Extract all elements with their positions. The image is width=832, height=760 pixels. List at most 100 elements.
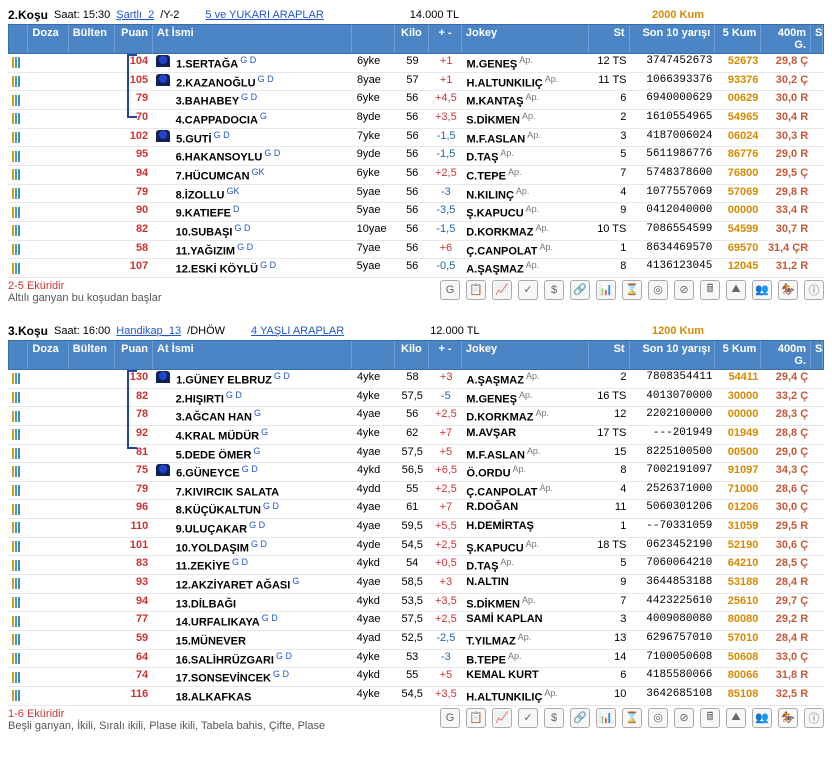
jockey[interactable]: M.F.ASLAN Ap.	[463, 129, 591, 147]
horse-name[interactable]: 4.KRAL MÜDÜRG	[172, 426, 353, 444]
class-link[interactable]: 5 ve YUKARI ARAPLAR	[205, 9, 323, 21]
horse-row[interactable]: 798.İZOLLUGK5yae56-3N.KILINÇ Ap.41077557…	[8, 185, 824, 204]
class-link[interactable]: 4 YAŞLI ARAPLAR	[251, 325, 344, 337]
horse-name[interactable]: 6.HAKANSOYLUG D	[172, 147, 353, 165]
chart-icon[interactable]	[8, 166, 27, 184]
chart-icon[interactable]	[8, 73, 27, 91]
col-header[interactable]: Bülten	[69, 25, 115, 53]
chart-icon[interactable]	[8, 575, 27, 593]
tool-icon[interactable]: 📋	[466, 708, 486, 728]
horse-row[interactable]: 5915.MÜNEVER4yad52,5-2,5T.YILMAZ Ap.1362…	[8, 631, 824, 650]
chart-icon[interactable]	[8, 500, 27, 518]
jockey[interactable]: Ç.CANPOLAT Ap.	[462, 241, 590, 259]
horse-name[interactable]: 16.SALİHRÜZGARIG D	[172, 650, 353, 668]
horse-row[interactable]: 797.KIVIRCIK SALATA4ydd55+2,5Ç.CANPOLAT …	[8, 482, 824, 501]
chart-icon[interactable]	[8, 91, 27, 109]
chart-icon[interactable]	[8, 687, 27, 705]
horse-row[interactable]: 909.KATIEFED5yae56-3,5Ş.KAPUCU Ap.904120…	[8, 203, 824, 222]
col-header[interactable]: Jokey	[462, 25, 589, 53]
jockey[interactable]: C.TEPE Ap.	[462, 166, 590, 184]
col-header[interactable]: S	[811, 341, 823, 369]
tool-icon[interactable]: G	[440, 708, 460, 728]
col-header[interactable]: 5 Kum	[715, 25, 761, 53]
col-header[interactable]: 5 Kum	[715, 341, 761, 369]
horse-name[interactable]: 13.DİLBAĞI	[172, 594, 353, 612]
jockey[interactable]: D.TAŞ Ap.	[462, 556, 590, 574]
col-header[interactable]: Jokey	[462, 341, 589, 369]
chart-icon[interactable]	[8, 482, 27, 500]
jockey[interactable]: KEMAL KURT	[462, 668, 590, 686]
horse-name[interactable]: 15.MÜNEVER	[172, 631, 353, 649]
jockey[interactable]: N.KILINÇ Ap.	[462, 185, 590, 203]
col-header[interactable]: + -	[429, 25, 462, 53]
horse-name[interactable]: 12.ESKİ KÖYLÜG D	[172, 259, 353, 277]
chart-icon[interactable]	[8, 222, 27, 240]
col-header[interactable]: Doza	[28, 25, 68, 53]
horse-name[interactable]: 8.İZOLLUGK	[172, 185, 353, 203]
col-header[interactable]: Kilo	[395, 341, 430, 369]
chart-icon[interactable]	[8, 241, 27, 259]
col-header[interactable]: Son 10 yarışı	[630, 25, 716, 53]
jockey[interactable]: B.TEPE Ap.	[462, 650, 590, 668]
horse-name[interactable]: 1.SERTAĞAG D	[172, 54, 353, 72]
col-header[interactable]: Bülten	[69, 341, 115, 369]
horse-name[interactable]: 11.YAĞIZIMG D	[172, 241, 353, 259]
chart-icon[interactable]	[8, 556, 27, 574]
tool-icon[interactable]: 📊	[596, 708, 616, 728]
tool-icon[interactable]: 🔗	[570, 280, 590, 300]
tool-icon[interactable]: 👥	[752, 280, 772, 300]
jockey[interactable]: M.KANTAŞ Ap.	[462, 91, 590, 109]
col-header[interactable]: 400m G.	[761, 341, 811, 369]
col-header[interactable]: St	[589, 341, 629, 369]
horse-name[interactable]: 8.KÜÇÜKALTUNG D	[172, 500, 353, 518]
jockey[interactable]: Ş.KAPUCU Ap.	[462, 538, 590, 556]
horse-name[interactable]: 3.BAHABEYG D	[172, 91, 353, 109]
chart-icon[interactable]	[8, 110, 27, 128]
tool-icon[interactable]: 🏇	[778, 708, 798, 728]
horse-name[interactable]: 18.ALKAFKAS	[172, 687, 353, 705]
horse-name[interactable]: 7.KIVIRCIK SALATA	[172, 482, 353, 500]
jockey[interactable]: H.ALTUNKILIÇ Ap.	[463, 73, 591, 91]
horse-row[interactable]: 947.HÜCUMCANGK6yke56+2,5C.TEPE Ap.757483…	[8, 166, 824, 185]
col-header[interactable]: At İsmi	[153, 341, 352, 369]
horse-name[interactable]: 9.ULUÇAKARG D	[172, 519, 353, 537]
col-header[interactable]: S	[811, 25, 823, 53]
jockey[interactable]: S.DİKMEN Ap.	[462, 594, 590, 612]
horse-name[interactable]: 14.URFALIKAYAG D	[172, 612, 353, 630]
horse-row[interactable]: 956.HAKANSOYLUG D9yde56-1,5D.TAŞ Ap.5561…	[8, 147, 824, 166]
chart-icon[interactable]	[8, 519, 27, 537]
chart-icon[interactable]	[8, 594, 27, 612]
jockey[interactable]: S.DİKMEN Ap.	[462, 110, 590, 128]
horse-name[interactable]: 3.AĞCAN HANG	[172, 407, 353, 425]
horse-row[interactable]: 5811.YAĞIZIMG D7yae56+6Ç.CANPOLAT Ap.186…	[8, 241, 824, 260]
tool-icon[interactable]: 🖩	[700, 708, 720, 728]
horse-row[interactable]: 7714.URFALIKAYAG D4yae57,5+2,5SAMİ KAPLA…	[8, 612, 824, 631]
chart-icon[interactable]	[8, 668, 27, 686]
chart-icon[interactable]	[8, 370, 27, 388]
jockey[interactable]: T.YILMAZ Ap.	[462, 631, 590, 649]
jockey[interactable]: Ç.CANPOLAT Ap.	[462, 482, 590, 500]
tool-icon[interactable]: ⓘ	[804, 708, 824, 728]
tool-icon[interactable]: G	[440, 280, 460, 300]
tool-icon[interactable]: 📈	[492, 708, 512, 728]
col-header[interactable]: + -	[429, 341, 462, 369]
chart-icon[interactable]	[8, 407, 27, 425]
tool-icon[interactable]: ⌛	[622, 280, 642, 300]
jockey[interactable]: M.GENEŞ Ap.	[462, 389, 590, 407]
chart-icon[interactable]	[8, 631, 27, 649]
horse-name[interactable]: 11.ZEKİYEG D	[172, 556, 353, 574]
tool-icon[interactable]: ✓	[518, 280, 538, 300]
chart-icon[interactable]	[8, 185, 27, 203]
horse-name[interactable]: 2.HIŞIRTIG D	[172, 389, 353, 407]
col-header[interactable]: At İsmi	[153, 25, 352, 53]
tool-icon[interactable]: ⊘	[674, 280, 694, 300]
chart-icon[interactable]	[8, 426, 27, 444]
jockey[interactable]: D.TAŞ Ap.	[462, 147, 590, 165]
horse-name[interactable]: 2.KAZANOĞLUG D	[172, 73, 353, 91]
jockey[interactable]: M.AVŞAR	[462, 426, 590, 444]
jockey[interactable]: D.KORKMAZ Ap.	[462, 222, 590, 240]
horse-name[interactable]: 7.HÜCUMCANGK	[172, 166, 353, 184]
jockey[interactable]: M.F.ASLAN Ap.	[462, 445, 590, 463]
horse-name[interactable]: 10.YOLDAŞIMG D	[172, 538, 353, 556]
horse-name[interactable]: 5.GUTİG D	[172, 129, 353, 147]
